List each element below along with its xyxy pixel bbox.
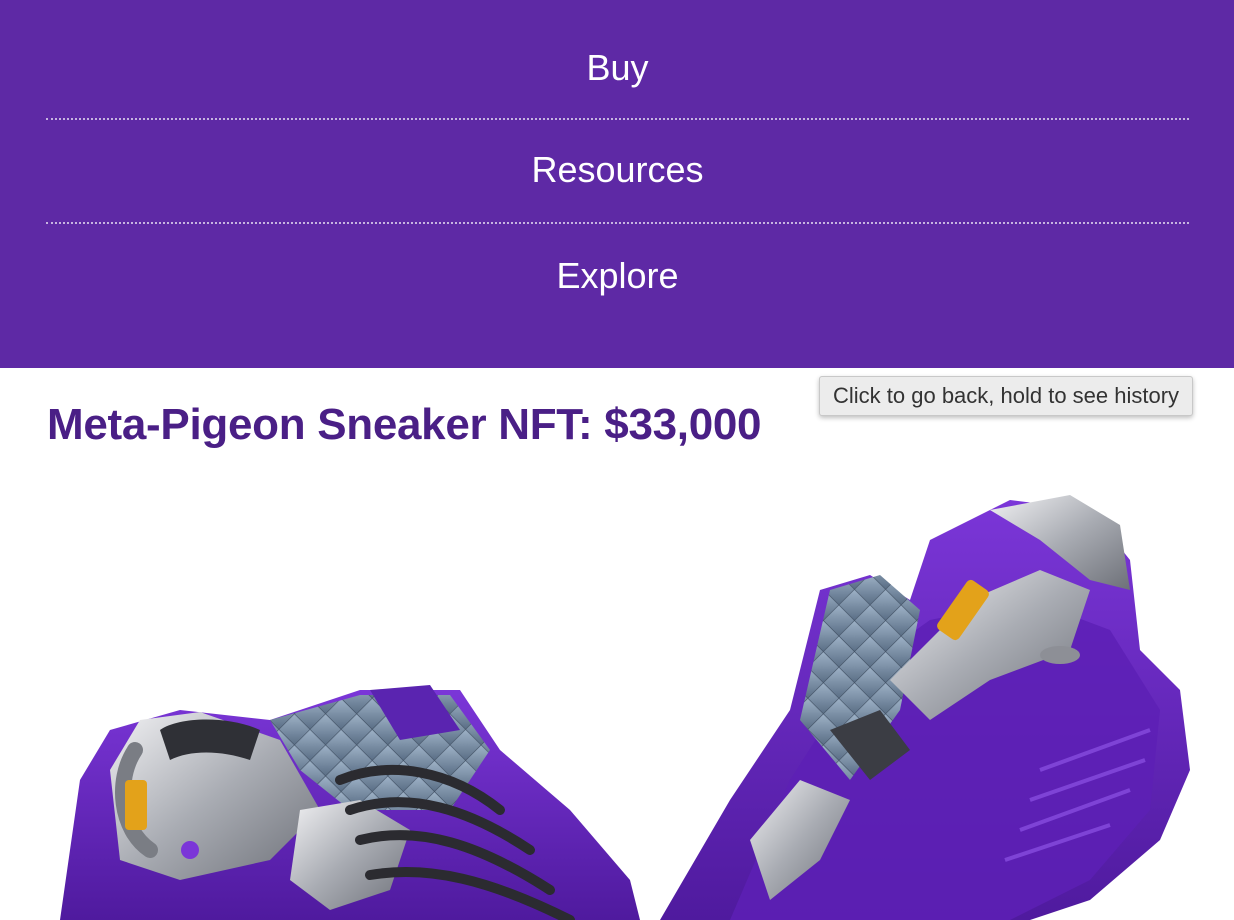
- page-title: Meta-Pigeon Sneaker NFT: $33,000: [47, 400, 762, 449]
- back-button-tooltip: Click to go back, hold to see history: [819, 376, 1194, 416]
- left-sneaker: [60, 685, 640, 920]
- nav-item-buy[interactable]: Buy: [46, 16, 1189, 120]
- right-sneaker: [660, 495, 1190, 920]
- nav-menu: Buy Resources Explore: [46, 16, 1189, 328]
- main-navigation: Buy Resources Explore: [0, 0, 1234, 368]
- sneaker-image: [60, 495, 1190, 920]
- nav-item-resources[interactable]: Resources: [46, 120, 1189, 224]
- nav-item-explore[interactable]: Explore: [46, 224, 1189, 328]
